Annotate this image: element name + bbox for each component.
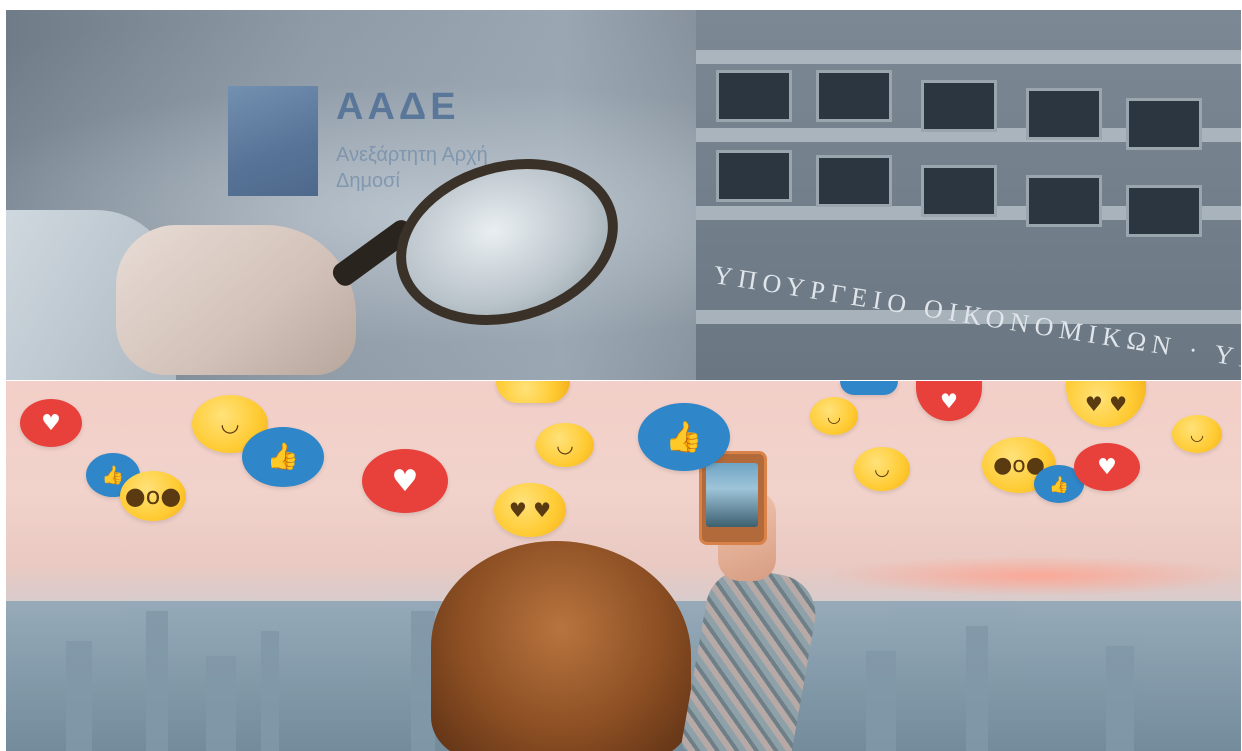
heart-icon: ♥	[1074, 443, 1140, 491]
aade-logo-icon	[228, 86, 318, 196]
like-icon	[840, 381, 898, 395]
woman-hair	[431, 541, 691, 751]
logo-subtitle-line2: Δημοσί	[336, 170, 400, 192]
surprised-emoji: ●o●	[120, 471, 186, 521]
logo-title: ΑΑΔΕ	[336, 86, 460, 128]
grin-emoji	[496, 381, 570, 403]
hand	[116, 225, 356, 375]
heart-icon: ♥	[20, 399, 82, 447]
logo-subtitle-line1: Ανεξάρτητη Αρχή	[336, 144, 488, 166]
like-icon: 👍	[638, 403, 730, 471]
heart-eyes-emoji: ♥ ♥	[1066, 381, 1146, 427]
social-media-photo: ♥ 👍 ●o● ◡ 👍 ♥ ♥ ♥ ◡ 👍 ◡ ◡ ♥ ●o● 👍 ♥ ♥ ♥ …	[6, 381, 1241, 751]
heart-eyes-emoji: ♥ ♥	[494, 483, 566, 537]
sunset-glow	[826, 556, 1241, 596]
grin-emoji: ◡	[536, 423, 594, 467]
smile-emoji: ◡	[1172, 415, 1222, 453]
smile-emoji: ◡	[854, 447, 910, 491]
collage: ΥΠΟΥΡΓΕΙΟ ΟΙΚΟΝΟΜΙΚΩΝ · ΥΠΟΥΡΓΕΙΟ ΑΑΔΕ Α…	[0, 0, 1242, 751]
heart-icon: ♥	[916, 381, 982, 421]
phone-screen	[706, 463, 758, 527]
tax-authority-photo: ΥΠΟΥΡΓΕΙΟ ΟΙΚΟΝΟΜΙΚΩΝ · ΥΠΟΥΡΓΕΙΟ ΑΑΔΕ Α…	[6, 10, 1241, 380]
grin-emoji: ◡	[810, 397, 858, 435]
heart-icon: ♥	[362, 449, 448, 513]
like-icon: 👍	[242, 427, 324, 487]
